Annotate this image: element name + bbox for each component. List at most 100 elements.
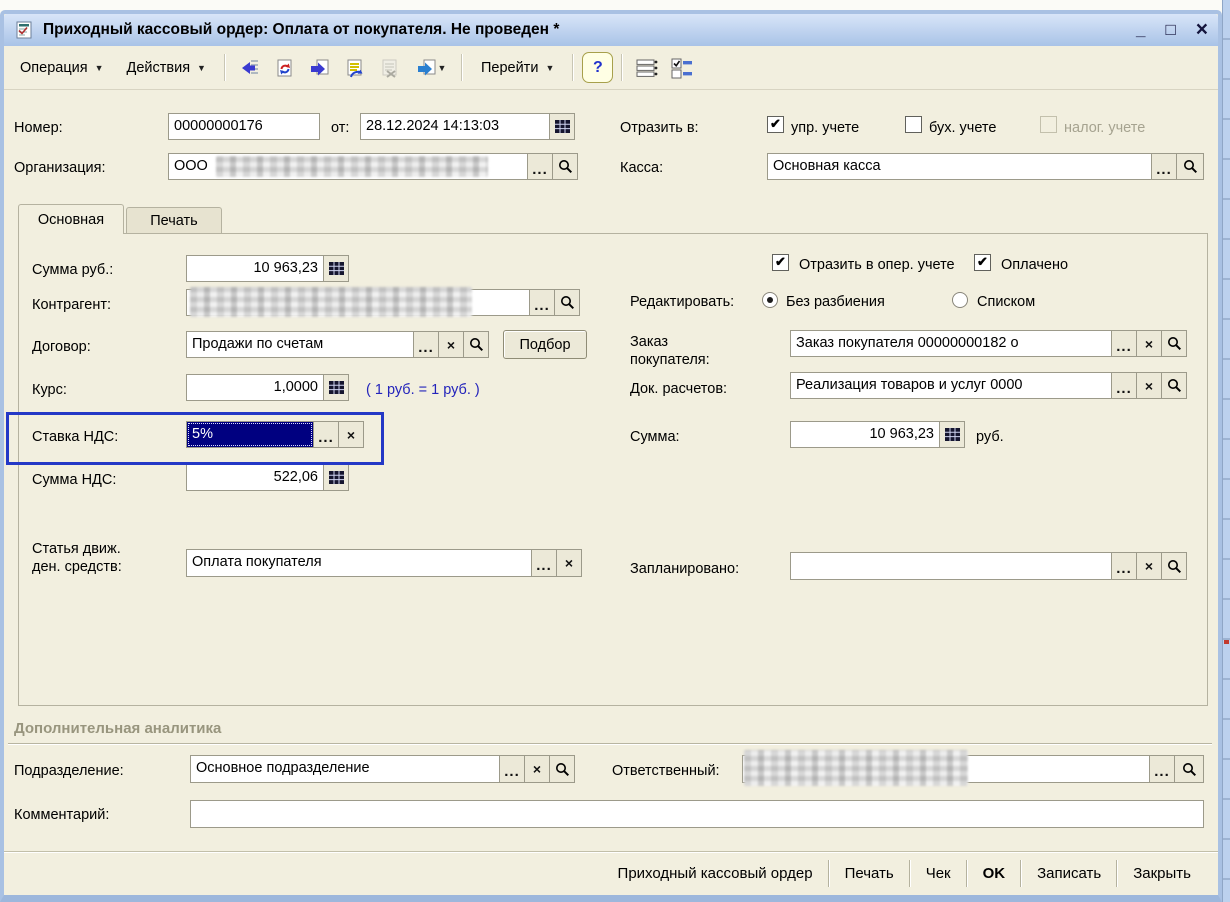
search-button[interactable] [1176,153,1204,180]
tab-osnovnaya[interactable]: Основная [18,204,124,234]
checkbox-reflect-oper-label[interactable]: Отразить в опер. учете [799,256,955,274]
calculator-button[interactable] [323,374,349,401]
minimize-button[interactable]: _ [1136,21,1145,39]
checkbox-buh-uchete[interactable] [905,116,922,133]
ellipsis-button[interactable]: ... [1149,755,1175,783]
operation-menu[interactable]: Операция▼ [10,55,114,81]
department-field[interactable]: Основное подразделение [190,755,500,783]
reread-button[interactable] [269,53,301,83]
radio-no-split-label[interactable]: Без разбиения [786,293,885,311]
ellipsis-button[interactable]: ... [313,421,339,448]
maximize-button[interactable]: □ [1165,21,1175,39]
ellipsis-button[interactable]: ... [1151,153,1177,180]
ellipsis-button[interactable]: ... [529,289,555,316]
calculator-button[interactable] [939,421,965,448]
search-button[interactable] [554,289,580,316]
order-field[interactable]: Заказ покупателя 00000000182 о [790,330,1112,357]
checkbox-buh-uchete-label[interactable]: бух. учете [929,119,996,137]
vat-rate-field[interactable]: 5% [186,421,314,448]
ellipsis-button[interactable]: ... [1111,552,1137,580]
clear-button[interactable]: × [1136,330,1162,357]
amount-label: Сумма: [630,428,680,446]
enter-on-basis-button[interactable] [234,53,266,83]
tab-pechat[interactable]: Печать [126,207,222,234]
date-field[interactable]: 28.12.2024 14:13:03 [360,113,550,140]
goto-menu[interactable]: Перейти▼ [471,55,564,81]
form-settings-button[interactable] [666,53,698,83]
actions-menu[interactable]: Действия▼ [117,55,216,81]
radio-no-split[interactable] [762,292,778,308]
search-button[interactable] [1174,755,1204,783]
close-button[interactable]: × [1196,21,1208,39]
rate-hint: ( 1 руб. = 1 руб. ) [366,381,480,399]
refresh-document-icon [274,57,296,79]
clear-button[interactable]: × [1136,372,1162,399]
comment-field[interactable] [190,800,1204,828]
edit-mode-label: Редактировать: [630,293,734,311]
date-prefix-label: от: [331,119,349,137]
search-button[interactable] [463,331,489,358]
contract-label: Договор: [32,338,91,356]
calculator-button[interactable] [323,255,349,282]
post-document-button[interactable] [339,53,371,83]
save-button[interactable]: Записать [1022,861,1116,886]
checkbox-paid[interactable] [974,254,991,271]
ellipsis-button[interactable]: ... [527,153,553,180]
podbor-button[interactable]: Подбор [503,330,587,359]
cashflow-item-label-line2: ден. средств: [32,558,122,576]
calendar-button[interactable] [549,113,575,140]
copy-document-button[interactable] [304,53,336,83]
contract-field[interactable]: Продажи по счетам [186,331,414,358]
search-button[interactable] [1161,552,1187,580]
magnifier-icon [469,337,484,352]
search-button[interactable] [552,153,578,180]
post-and-close-button[interactable]: ▼ [409,53,453,83]
ok-button[interactable]: OK [968,861,1021,886]
rate-field[interactable]: 1,0000 [186,374,324,401]
footer-buttonbar: Приходный кассовый ордер Печать Чек OK З… [4,851,1218,895]
calculator-icon [329,471,344,484]
ellipsis-button[interactable]: ... [531,549,557,577]
checkbox-reflect-oper[interactable] [772,254,789,271]
planned-field[interactable] [790,552,1112,580]
list-arrow-left-icon [239,57,261,79]
clear-button[interactable]: × [524,755,550,783]
clear-button[interactable]: × [338,421,364,448]
post-document-icon [344,57,366,79]
cashflow-item-field[interactable]: Оплата покупателя [186,549,532,577]
ellipsis-button[interactable]: ... [1111,330,1137,357]
settlement-doc-field[interactable]: Реализация товаров и услуг 0000 [790,372,1112,399]
clear-button[interactable]: × [438,331,464,358]
close-form-button[interactable]: Закрыть [1118,861,1206,886]
help-button[interactable]: ? [582,52,613,83]
radio-as-list[interactable] [952,292,968,308]
cancel-posting-button [374,53,406,83]
number-field[interactable]: 00000000176 [168,113,320,140]
counterparty-label: Контрагент: [32,296,111,314]
clear-button[interactable]: × [1136,552,1162,580]
calculator-icon [329,381,344,394]
checkbox-upr-uchete-label[interactable]: упр. учете [791,119,859,137]
ellipsis-button[interactable]: ... [413,331,439,358]
vat-amount-field[interactable]: 522,06 [186,464,324,491]
list-settings-button[interactable] [631,53,663,83]
print-order-button[interactable]: Приходный кассовый ордер [603,861,828,886]
magnifier-icon [560,295,575,310]
checkbox-upr-uchete[interactable] [767,116,784,133]
search-button[interactable] [549,755,575,783]
toolbar-separator [224,54,226,81]
calculator-button[interactable] [323,464,349,491]
ellipsis-button[interactable]: ... [499,755,525,783]
search-button[interactable] [1161,372,1187,399]
checkbox-nalog-uchete [1040,116,1057,133]
amount-rub-field[interactable]: 10 963,23 [186,255,324,282]
print-button[interactable]: Печать [830,861,909,886]
amount-field[interactable]: 10 963,23 [790,421,940,448]
check-button[interactable]: Чек [911,861,966,886]
search-button[interactable] [1161,330,1187,357]
radio-as-list-label[interactable]: Списком [977,293,1035,311]
cashdesk-field[interactable]: Основная касса [767,153,1152,180]
checkbox-paid-label[interactable]: Оплачено [1001,256,1068,274]
ellipsis-button[interactable]: ... [1111,372,1137,399]
clear-button[interactable]: × [556,549,582,577]
